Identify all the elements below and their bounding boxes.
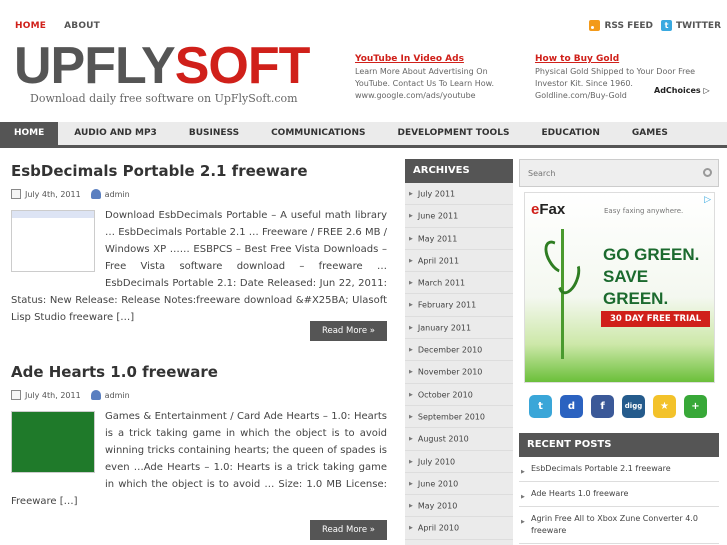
twitter-icon: t bbox=[661, 20, 673, 31]
search-box bbox=[519, 159, 719, 187]
facebook-icon[interactable]: f bbox=[591, 395, 614, 418]
recent-post-link[interactable]: Ade Hearts 1.0 freeware bbox=[519, 482, 719, 507]
read-more-button[interactable]: Read More » bbox=[309, 520, 387, 540]
post-excerpt: Download EsbDecimals Portable – A useful… bbox=[11, 207, 387, 326]
recent-posts-title: RECENT POSTS bbox=[519, 433, 719, 457]
sidebar: ▷ eFax Easy faxing anywhere. GO GREEN. S… bbox=[519, 159, 719, 544]
main-nav-development-tools[interactable]: DEVELOPMENT TOOLS bbox=[381, 122, 525, 145]
search-input[interactable] bbox=[520, 160, 690, 186]
recent-post-link[interactable]: Agrin Free All to Xbox Zune Converter 4.… bbox=[519, 507, 719, 544]
logo-part-1: UPFLY bbox=[14, 37, 176, 95]
efax-headline: GO GREEN. SAVE GREEN. bbox=[603, 244, 714, 310]
efax-banner-ad[interactable]: ▷ eFax Easy faxing anywhere. GO GREEN. S… bbox=[524, 192, 715, 383]
archive-link[interactable]: January 2011 bbox=[405, 317, 513, 340]
top-nav: HOME ABOUT bbox=[15, 21, 118, 31]
efax-tagline: Easy faxing anywhere. bbox=[604, 207, 684, 215]
archive-link[interactable]: March 2011 bbox=[405, 272, 513, 295]
user-icon bbox=[90, 189, 101, 199]
user-icon bbox=[90, 390, 101, 400]
recent-posts-widget: RECENT POSTS EsbDecimals Portable 2.1 fr… bbox=[519, 433, 719, 544]
feed-links: RSS FEED t TWITTER bbox=[589, 20, 721, 31]
main-nav-education[interactable]: EDUCATION bbox=[525, 122, 615, 145]
archive-link[interactable]: August 2010 bbox=[405, 428, 513, 451]
ad-info-icon[interactable]: ▷ bbox=[704, 195, 711, 205]
page: HOME ABOUT RSS FEED t TWITTER UPFLYSOFT … bbox=[0, 0, 727, 545]
archive-link[interactable]: July 2011 bbox=[405, 183, 513, 206]
archives-widget: ARCHIVES July 2011 June 2011 May 2011 Ap… bbox=[405, 159, 513, 545]
archives-title: ARCHIVES bbox=[405, 159, 513, 183]
archive-link[interactable]: November 2010 bbox=[405, 361, 513, 384]
add-icon[interactable]: + bbox=[684, 395, 707, 418]
archive-link[interactable]: September 2010 bbox=[405, 406, 513, 429]
top-nav-about[interactable]: ABOUT bbox=[64, 21, 100, 31]
ad-title[interactable]: YouTube In Video Ads bbox=[355, 53, 525, 65]
efax-logo-text: Fax bbox=[539, 201, 566, 218]
ad-url[interactable]: www.google.com/ads/youtube bbox=[355, 91, 476, 100]
site-logo[interactable]: UPFLYSOFT bbox=[14, 37, 311, 95]
post: EsbDecimals Portable 2.1 freeware July 4… bbox=[11, 162, 387, 341]
free-trial-button[interactable]: 30 DAY FREE TRIAL bbox=[601, 311, 711, 327]
adchoices-link[interactable]: AdChoices ▷ bbox=[654, 86, 710, 95]
post: Ade Hearts 1.0 freeware July 4th, 2011 a… bbox=[11, 363, 387, 540]
post-title[interactable]: EsbDecimals Portable 2.1 freeware bbox=[11, 162, 387, 180]
archive-link[interactable]: May 2011 bbox=[405, 228, 513, 250]
main-nav: HOME AUDIO AND MP3 BUSINESS COMMUNICATIO… bbox=[0, 122, 727, 148]
post-meta: July 4th, 2011 admin bbox=[11, 390, 387, 400]
post-date: July 4th, 2011 bbox=[25, 189, 81, 199]
efax-headline-1: GO GREEN. bbox=[603, 245, 700, 264]
digg-icon[interactable]: digg bbox=[622, 395, 645, 418]
post-author[interactable]: admin bbox=[105, 391, 130, 400]
recent-posts-list: EsbDecimals Portable 2.1 freeware Ade He… bbox=[519, 457, 719, 544]
site-tagline: Download daily free software on UpFlySof… bbox=[30, 92, 298, 105]
read-more-button[interactable]: Read More » bbox=[309, 321, 387, 341]
header: HOME ABOUT RSS FEED t TWITTER UPFLYSOFT … bbox=[0, 0, 727, 122]
archives-list: July 2011 June 2011 May 2011 April 2011 … bbox=[405, 183, 513, 540]
main-nav-home[interactable]: HOME bbox=[0, 122, 59, 145]
rss-icon bbox=[589, 20, 601, 31]
rss-feed-link[interactable]: RSS FEED bbox=[589, 20, 653, 31]
delicious-icon[interactable]: d bbox=[560, 395, 583, 418]
calendar-icon bbox=[11, 390, 21, 400]
post-author[interactable]: admin bbox=[105, 190, 130, 199]
twitter-link[interactable]: t TWITTER bbox=[661, 20, 721, 31]
favorite-star-icon[interactable]: ★ bbox=[653, 395, 676, 418]
post-thumbnail[interactable] bbox=[11, 210, 95, 272]
post-title[interactable]: Ade Hearts 1.0 freeware bbox=[11, 363, 387, 381]
ad-url[interactable]: Goldline.com/Buy-Gold bbox=[535, 91, 627, 100]
archive-link[interactable]: June 2011 bbox=[405, 205, 513, 228]
post-excerpt: Games & Entertainment / Card Ade Hearts … bbox=[11, 408, 387, 510]
ad-body: Physical Gold Shipped to Your Door Free … bbox=[535, 67, 696, 88]
logo-part-2: SOFT bbox=[174, 37, 311, 95]
main-nav-audio[interactable]: AUDIO AND MP3 bbox=[58, 122, 173, 145]
efax-logo: eFax bbox=[531, 201, 565, 218]
post-thumbnail[interactable] bbox=[11, 411, 95, 473]
search-icon[interactable] bbox=[703, 168, 712, 177]
archive-link[interactable]: July 2010 bbox=[405, 451, 513, 473]
top-nav-home[interactable]: HOME bbox=[15, 21, 46, 31]
ad-youtube[interactable]: YouTube In Video Ads Learn More About Ad… bbox=[355, 53, 525, 102]
ad-title[interactable]: How to Buy Gold bbox=[535, 53, 705, 65]
main-nav-communications[interactable]: COMMUNICATIONS bbox=[255, 122, 381, 145]
archive-link[interactable]: May 2010 bbox=[405, 495, 513, 518]
efax-headline-2: SAVE GREEN. bbox=[603, 267, 669, 308]
archive-link[interactable]: October 2010 bbox=[405, 384, 513, 406]
main-nav-business[interactable]: BUSINESS bbox=[173, 122, 255, 145]
archive-link[interactable]: April 2011 bbox=[405, 250, 513, 273]
post-meta: July 4th, 2011 admin bbox=[11, 189, 387, 199]
social-icons: t d f digg ★ + bbox=[529, 395, 707, 418]
ad-body: Learn More About Advertising On YouTube.… bbox=[355, 67, 494, 88]
recent-post-link[interactable]: EsbDecimals Portable 2.1 freeware bbox=[519, 457, 719, 482]
twitter-label: TWITTER bbox=[676, 20, 721, 31]
rss-feed-label: RSS FEED bbox=[604, 20, 654, 31]
archive-link[interactable]: June 2010 bbox=[405, 473, 513, 496]
post-list: EsbDecimals Portable 2.1 freeware July 4… bbox=[0, 151, 398, 545]
archive-link[interactable]: December 2010 bbox=[405, 339, 513, 362]
archive-link[interactable]: April 2010 bbox=[405, 517, 513, 540]
archive-link[interactable]: February 2011 bbox=[405, 294, 513, 317]
post-date: July 4th, 2011 bbox=[25, 390, 81, 400]
twitter-icon[interactable]: t bbox=[529, 395, 552, 418]
main-nav-games[interactable]: GAMES bbox=[616, 122, 684, 145]
calendar-icon bbox=[11, 189, 21, 199]
